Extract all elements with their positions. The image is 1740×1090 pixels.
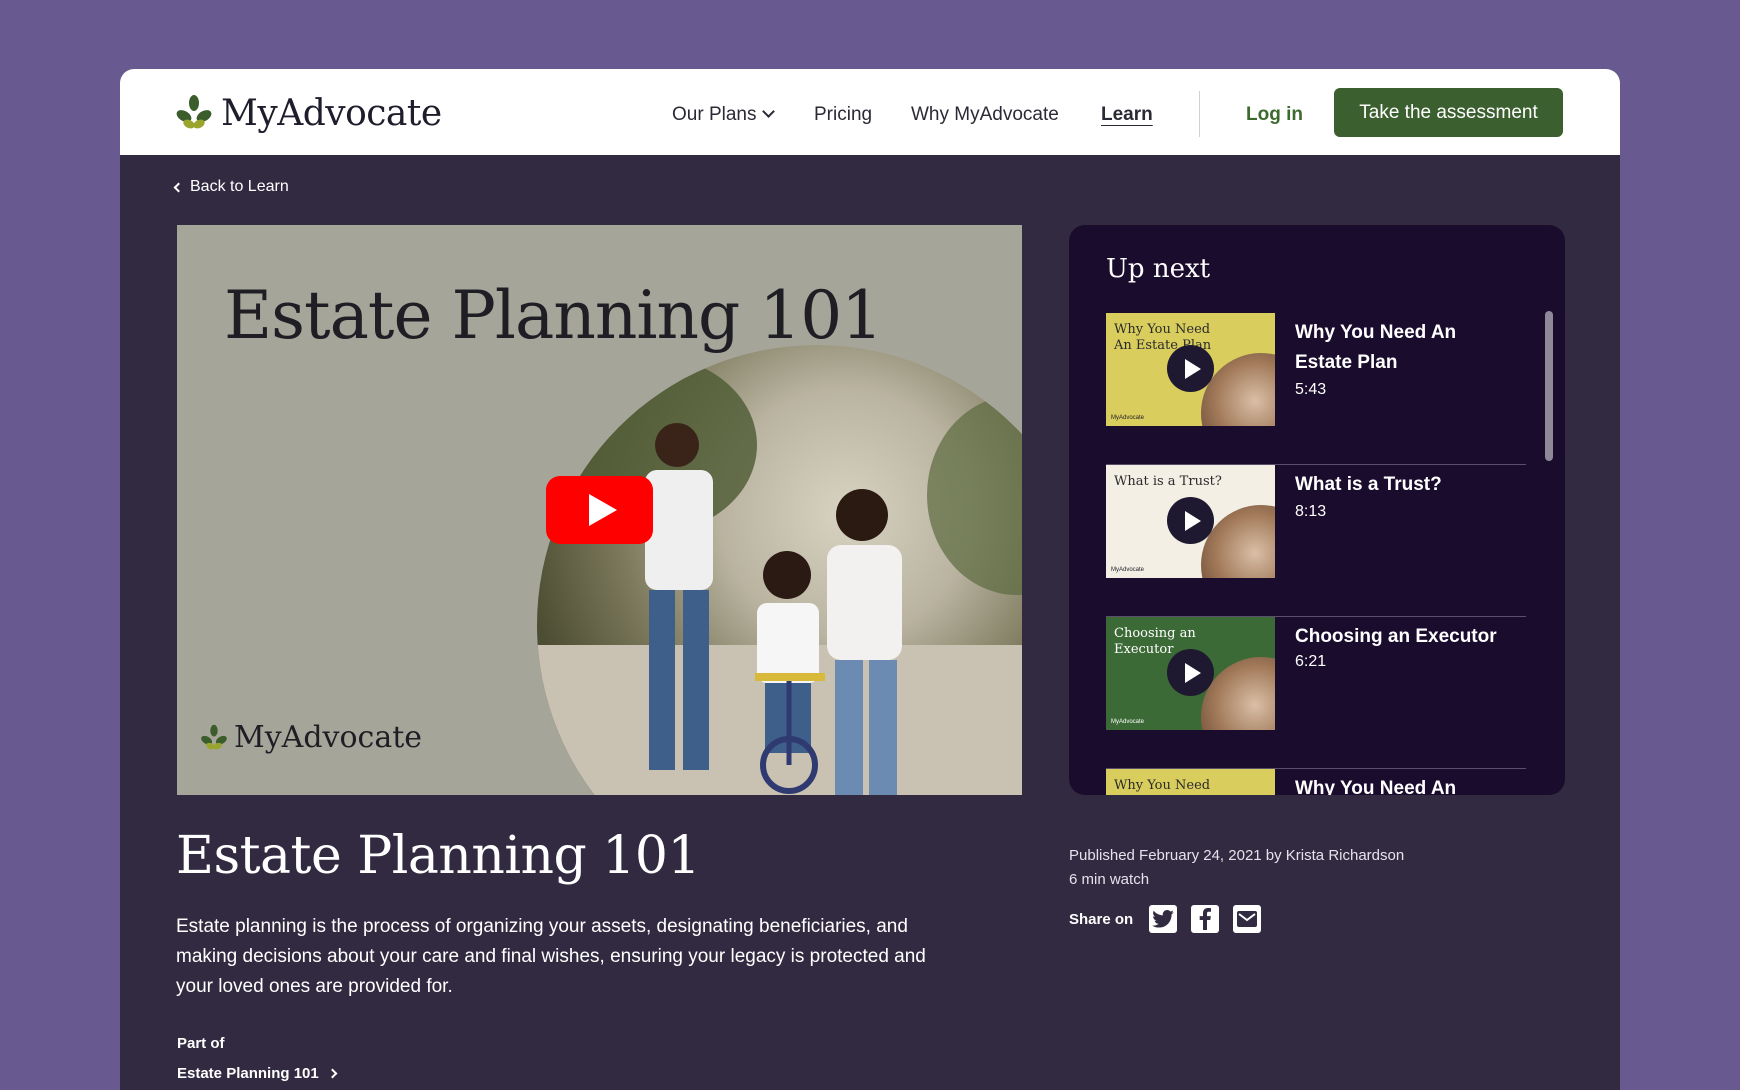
watch-time: 6 min watch: [1069, 871, 1150, 888]
nav-learn[interactable]: Learn: [1101, 104, 1153, 126]
nav-pricing[interactable]: Pricing: [814, 104, 872, 126]
nav-our-plans[interactable]: Our Plans: [672, 104, 776, 126]
play-icon: [1185, 510, 1201, 531]
up-next-item-duration: 8:13: [1295, 503, 1327, 520]
up-next-item-title[interactable]: What is a Trust?: [1295, 470, 1515, 500]
site-header: MyAdvocate Our Plans Pricing Why MyAdvoc…: [120, 69, 1620, 155]
play-button[interactable]: [1167, 345, 1214, 392]
nav-divider: [1199, 91, 1200, 137]
thumbnail-logo: MyAdvocate: [1111, 567, 1145, 573]
play-icon: [588, 494, 617, 526]
published-info: Published February 24, 2021 by Krista Ri…: [1069, 847, 1405, 864]
browser-window: MyAdvocate Our Plans Pricing Why MyAdvoc…: [120, 69, 1620, 1090]
article-meta: Published February 24, 2021 by Krista Ri…: [1069, 844, 1404, 892]
up-next-scrollbar[interactable]: [1545, 311, 1553, 461]
thumbnail-title: Why You Need An Estate Plan: [1114, 322, 1212, 353]
leaf-logo-icon: [176, 95, 212, 129]
up-next-item[interactable]: Why You Need An Estate Plan MyAdvocate W…: [1106, 313, 1526, 465]
series-link-label: Estate Planning 101: [177, 1065, 319, 1082]
up-next-item[interactable]: Why You Need An Why You Need An: [1106, 769, 1526, 795]
take-assessment-button[interactable]: Take the assessment: [1334, 88, 1563, 137]
part-of-label: Part of: [177, 1035, 225, 1052]
video-thumbnail[interactable]: Why You Need An: [1106, 769, 1275, 795]
video-thumbnail[interactable]: What is a Trust? MyAdvocate: [1106, 465, 1275, 578]
up-next-item-title[interactable]: Why You Need An: [1295, 774, 1515, 795]
chevron-left-icon: [173, 182, 184, 192]
up-next-item-title[interactable]: Why You Need An Estate Plan: [1295, 318, 1515, 378]
up-next-list: Why You Need An Estate Plan MyAdvocate W…: [1106, 313, 1526, 795]
up-next-item-duration: 5:43: [1295, 381, 1327, 398]
play-button[interactable]: [1167, 497, 1214, 544]
article-description: Estate planning is the process of organi…: [176, 916, 926, 997]
family-illustration: [537, 355, 1022, 795]
video-logo: MyAdvocate: [200, 720, 422, 755]
page-title: Estate Planning 101: [176, 826, 701, 886]
play-icon: [1185, 358, 1201, 379]
thumbnail-logo: MyAdvocate: [1111, 719, 1145, 725]
up-next-panel: Up next Why You Need An Estate Plan MyAd…: [1069, 225, 1565, 795]
video-thumbnail[interactable]: Choosing an Executor MyAdvocate: [1106, 617, 1275, 730]
chevron-down-icon: [762, 105, 776, 118]
back-to-learn-link[interactable]: Back to Learn: [173, 178, 289, 196]
logo-text: MyAdvocate: [221, 92, 442, 134]
email-icon[interactable]: [1233, 905, 1262, 933]
play-icon: [1185, 662, 1201, 683]
back-link-label: Back to Learn: [190, 178, 289, 195]
thumbnail-title: What is a Trust?: [1114, 474, 1222, 489]
nav-why-myadvocate[interactable]: Why MyAdvocate: [911, 104, 1059, 126]
nav-our-plans-label: Our Plans: [672, 104, 757, 125]
facebook-icon[interactable]: [1191, 905, 1220, 933]
chevron-right-icon: [327, 1068, 338, 1079]
share-label: Share on: [1069, 910, 1134, 928]
twitter-icon[interactable]: [1149, 905, 1178, 933]
video-player[interactable]: Estate Planning 101 MyAdvocate: [177, 225, 1022, 795]
play-button[interactable]: [1167, 649, 1214, 696]
up-next-heading: Up next: [1106, 254, 1211, 284]
up-next-item[interactable]: Choosing an Executor MyAdvocate Choosing…: [1106, 617, 1526, 769]
up-next-item-title[interactable]: Choosing an Executor: [1295, 622, 1515, 652]
series-link[interactable]: Estate Planning 101: [177, 1065, 338, 1082]
video-logo-text: MyAdvocate: [234, 720, 423, 755]
share-bar: Share on: [1069, 905, 1262, 933]
up-next-item-duration: 6:21: [1295, 653, 1327, 670]
leaf-logo-icon: [201, 724, 227, 749]
thumbnail-title: Choosing an Executor: [1114, 626, 1196, 657]
youtube-play-button[interactable]: [546, 476, 653, 544]
video-title-text: Estate Planning 101: [224, 277, 883, 354]
thumbnail-title: Why You Need An: [1114, 778, 1211, 795]
family-photo: [537, 345, 1022, 795]
up-next-item[interactable]: What is a Trust? MyAdvocate What is a Tr…: [1106, 465, 1526, 617]
login-link[interactable]: Log in: [1246, 104, 1303, 126]
thumbnail-logo: MyAdvocate: [1111, 415, 1145, 421]
logo[interactable]: MyAdvocate: [175, 91, 442, 135]
video-thumbnail[interactable]: Why You Need An Estate Plan MyAdvocate: [1106, 313, 1275, 426]
